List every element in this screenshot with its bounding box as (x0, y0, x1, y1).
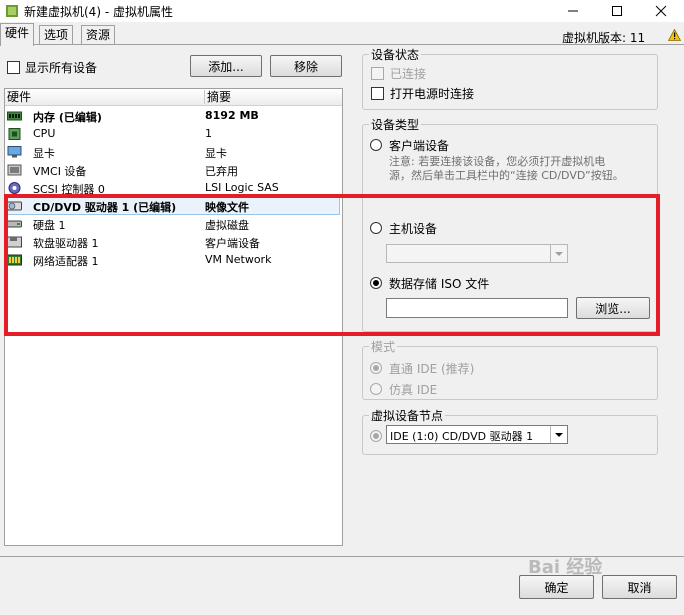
client-device-label: 客户端设备 (389, 139, 450, 153)
hardware-row-cpu[interactable]: CPU 1 (5, 125, 340, 143)
column-hardware[interactable]: 硬件 (7, 89, 31, 105)
connect-at-power-on-label: 打开电源时连接 (390, 87, 475, 101)
maximize-icon (612, 6, 622, 16)
hardware-summary: LSI Logic SAS (205, 181, 279, 194)
cpu-icon (8, 128, 21, 140)
virtual-device-node-select[interactable]: IDE (1:0) CD/DVD 驱动器 1 (386, 425, 568, 444)
connected-label: 已连接 (390, 67, 427, 81)
device-type-title: 设备类型 (369, 116, 422, 133)
virtual-device-node-title: 虚拟设备节点 (369, 407, 446, 424)
passthrough-ide-label: 直通 IDE (推荐) (389, 362, 475, 376)
passthrough-ide-radio[interactable] (370, 362, 382, 374)
show-all-devices-label: 显示所有设备 (25, 61, 98, 75)
emulate-ide-label: 仿真 IDE (389, 383, 438, 397)
hardware-summary: 1 (205, 127, 212, 140)
close-window-button[interactable] (643, 0, 679, 22)
connect-at-power-on-checkbox[interactable] (371, 87, 384, 100)
client-device-note-2: 源，然后单击工具栏中的“连接 CD/DVD”按钮。 (389, 169, 624, 182)
mode-title: 模式 (369, 338, 398, 355)
client-device-radio[interactable] (370, 139, 382, 151)
hardware-row-display[interactable]: 显卡 显卡 (5, 143, 340, 161)
hardware-summary: 8192 MB (205, 109, 259, 122)
device-status-title: 设备状态 (369, 46, 422, 63)
show-all-devices-checkbox[interactable] (7, 61, 20, 74)
hardware-summary: 已弃用 (205, 165, 238, 178)
memory-icon (7, 111, 22, 121)
tab-hardware[interactable]: 硬件 (0, 23, 35, 46)
hardware-summary: 显卡 (205, 147, 227, 160)
add-button[interactable]: 添加... (190, 55, 262, 77)
window-title: 新建虚拟机(4) - 虚拟机属性 (24, 5, 173, 19)
vm-version-label: 虚拟机版本: 11 (562, 31, 646, 45)
cancel-button[interactable]: 取消 (602, 575, 677, 599)
close-icon (655, 5, 667, 17)
tab-options[interactable]: 选项 (39, 25, 74, 45)
column-summary[interactable]: 摘要 (207, 89, 231, 105)
column-separator (204, 90, 205, 104)
vm-app-icon (6, 5, 18, 17)
maximize-button[interactable] (599, 0, 635, 22)
chevron-down-icon (555, 432, 563, 437)
emulate-ide-radio[interactable] (370, 383, 382, 395)
virtual-device-node-dropdown-button[interactable] (550, 426, 567, 443)
vmci-icon (7, 164, 22, 176)
virtual-device-node-value: IDE (1:0) CD/DVD 驱动器 1 (390, 430, 534, 443)
minimize-button[interactable] (555, 0, 591, 22)
ok-button[interactable]: 确定 (519, 575, 594, 599)
minimize-icon (568, 10, 578, 12)
hardware-name: CPU (33, 127, 56, 140)
scsi-icon (8, 182, 21, 194)
hardware-row-memory[interactable]: 内存 (已编辑) 8192 MB (5, 107, 340, 125)
virtual-device-node-radio[interactable] (370, 430, 382, 442)
warning-icon[interactable] (668, 29, 681, 41)
hardware-list-header: 硬件 摘要 (5, 89, 342, 106)
hardware-row-vmci[interactable]: VMCI 设备 已弃用 (5, 161, 340, 179)
tab-resources[interactable]: 资源 (81, 25, 116, 45)
display-icon (7, 146, 22, 158)
remove-button[interactable]: 移除 (270, 55, 342, 77)
connected-checkbox[interactable] (371, 67, 384, 80)
hardware-name: 内存 (已编辑) (33, 111, 102, 124)
hardware-name: VMCI 设备 (33, 165, 87, 178)
highlight-annotation-box (4, 194, 660, 336)
hardware-name: 显卡 (33, 147, 55, 160)
